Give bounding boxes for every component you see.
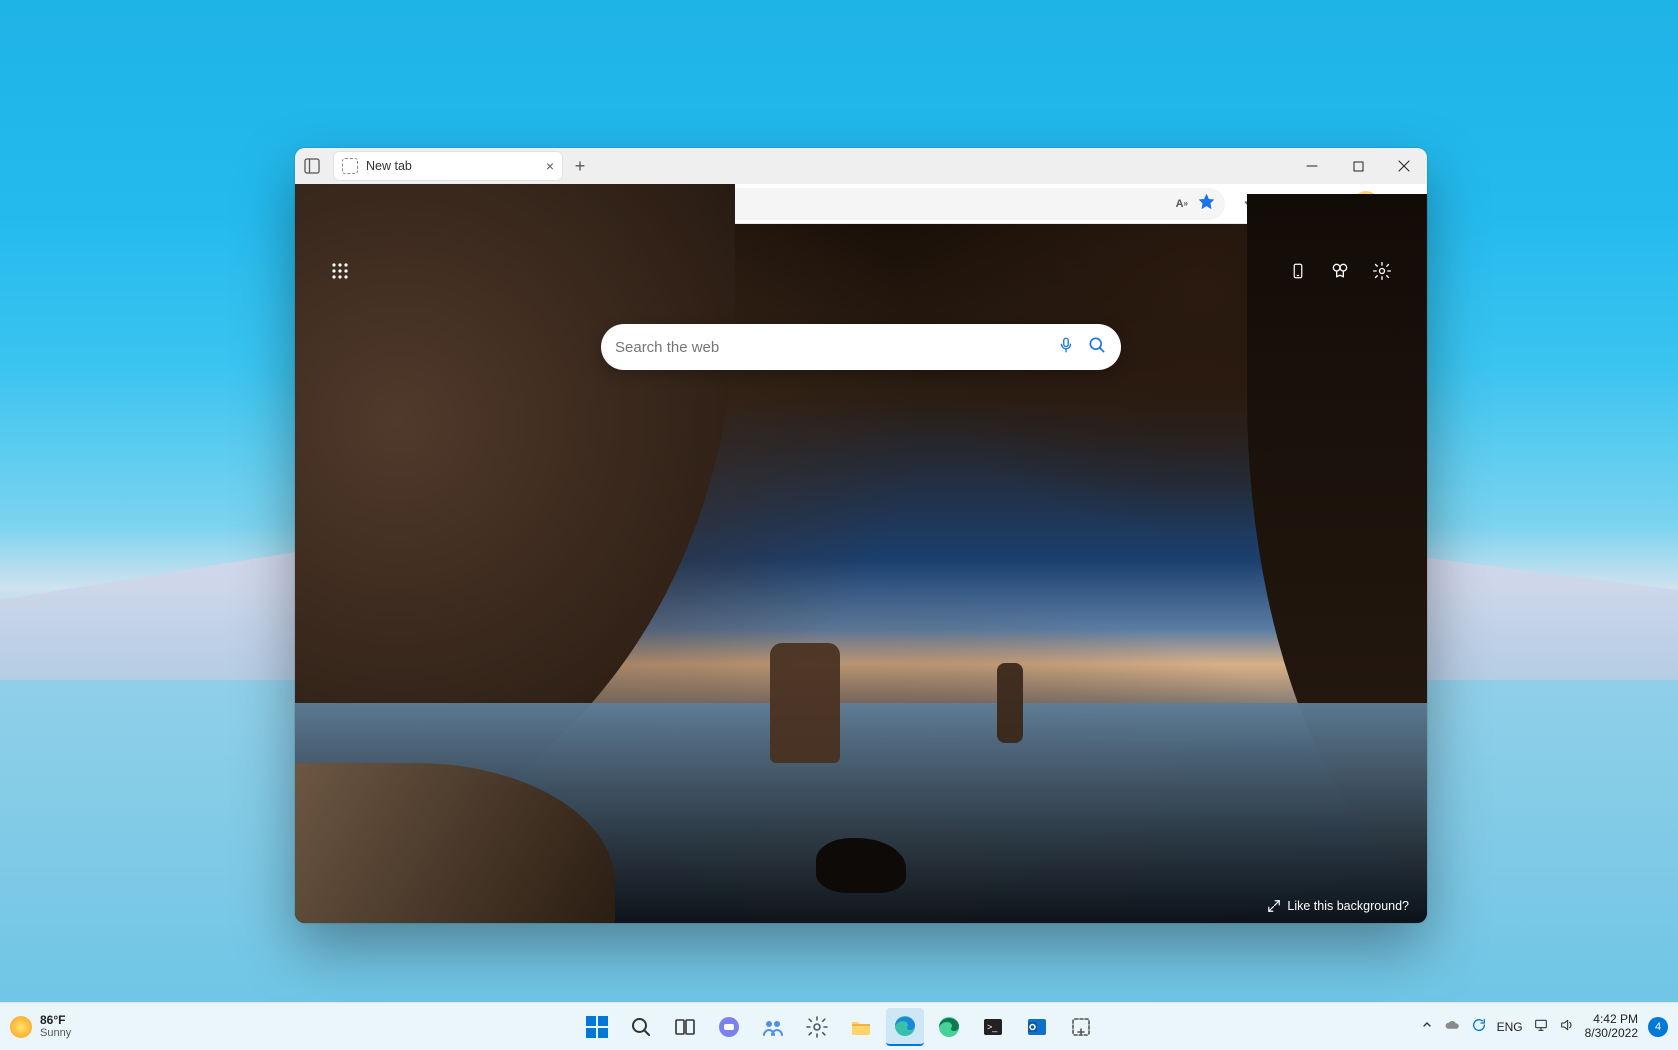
titlebar: New tab × +	[295, 148, 1427, 184]
page-settings-icon[interactable]	[1365, 254, 1399, 288]
system-tray: ENG 4:42 PM 8/30/2022 4	[1421, 1013, 1668, 1039]
tab-close-button[interactable]: ×	[546, 158, 554, 174]
search-submit-icon[interactable]	[1087, 335, 1107, 360]
svg-text:>_: >_	[987, 1022, 998, 1032]
taskbar-app-outlook[interactable]	[1018, 1008, 1056, 1046]
like-background-label: Like this background?	[1287, 899, 1409, 913]
windows-taskbar: 86°F Sunny >_ ENG 4:42 PM 8/30/2022 4	[0, 1002, 1678, 1050]
ntp-search-box[interactable]	[601, 324, 1121, 370]
tab-new-tab[interactable]: New tab ×	[333, 151, 563, 181]
window-controls	[1289, 148, 1427, 184]
favorite-star-icon[interactable]	[1198, 193, 1215, 215]
taskbar-clock[interactable]: 4:42 PM 8/30/2022	[1585, 1013, 1638, 1039]
weather-cond: Sunny	[40, 1027, 71, 1039]
taskbar-app-edge-canary[interactable]	[930, 1008, 968, 1046]
rewards-icon[interactable]	[1323, 254, 1357, 288]
tray-volume-icon[interactable]	[1559, 1017, 1575, 1036]
taskbar-app-explorer[interactable]	[842, 1008, 880, 1046]
tray-onedrive-icon[interactable]	[1443, 1016, 1461, 1037]
task-view-button[interactable]	[666, 1008, 704, 1046]
clock-time: 4:42 PM	[1585, 1013, 1638, 1026]
taskbar-app-people[interactable]	[754, 1008, 792, 1046]
mobile-icon[interactable]	[1281, 254, 1315, 288]
weather-temp: 86°F	[40, 1014, 71, 1027]
new-tab-page: Like this background?	[295, 224, 1427, 923]
taskbar-search-button[interactable]	[622, 1008, 660, 1046]
weather-sun-icon	[10, 1016, 32, 1038]
tray-update-icon[interactable]	[1471, 1017, 1487, 1036]
clock-date: 8/30/2022	[1585, 1027, 1638, 1040]
taskbar-app-chat[interactable]	[710, 1008, 748, 1046]
tab-favicon	[342, 158, 358, 174]
maximize-button[interactable]	[1335, 148, 1381, 184]
new-tab-button[interactable]: +	[563, 149, 597, 183]
voice-search-icon[interactable]	[1057, 336, 1075, 359]
minimize-button[interactable]	[1289, 148, 1335, 184]
taskbar-app-edge[interactable]	[886, 1008, 924, 1046]
apps-grid-button[interactable]	[323, 254, 357, 288]
taskbar-app-snip[interactable]	[1062, 1008, 1100, 1046]
start-button[interactable]	[578, 1008, 616, 1046]
read-aloud-icon[interactable]: A»	[1176, 187, 1188, 221]
tray-network-icon[interactable]	[1533, 1017, 1549, 1036]
like-background-button[interactable]: Like this background?	[1267, 899, 1409, 913]
close-window-button[interactable]	[1381, 148, 1427, 184]
tray-lang[interactable]: ENG	[1497, 1020, 1523, 1034]
tab-title: New tab	[366, 159, 412, 173]
taskbar-center: >_	[578, 1008, 1100, 1046]
edge-browser-window: New tab × + A» ⋯	[295, 148, 1427, 923]
ntp-search-input[interactable]	[615, 339, 1045, 356]
taskbar-weather[interactable]: 86°F Sunny	[10, 1014, 71, 1039]
taskbar-app-settings[interactable]	[798, 1008, 836, 1046]
taskbar-app-terminal[interactable]: >_	[974, 1008, 1012, 1046]
notification-badge[interactable]: 4	[1648, 1017, 1668, 1037]
tray-chevron-icon[interactable]	[1421, 1019, 1433, 1034]
vertical-tabs-button[interactable]	[295, 149, 329, 183]
